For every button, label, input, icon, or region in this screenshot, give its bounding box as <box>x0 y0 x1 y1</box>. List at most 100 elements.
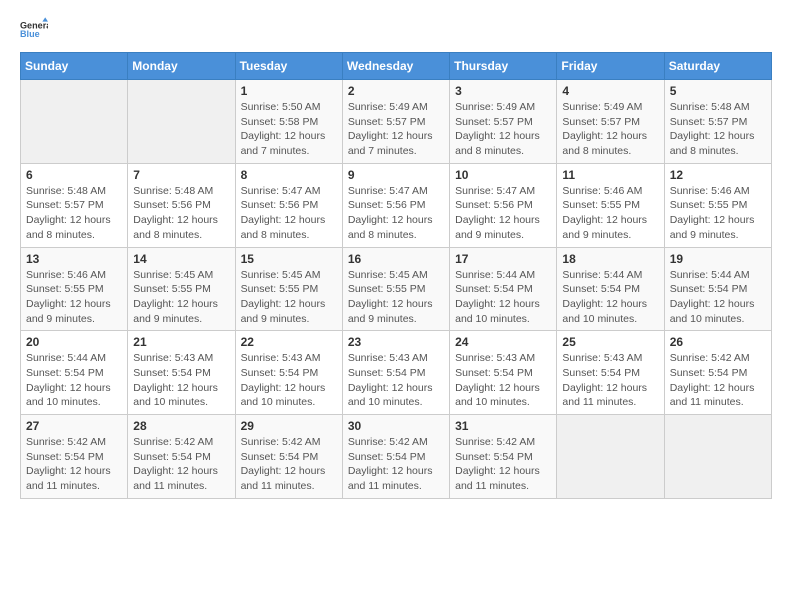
day-number: 6 <box>26 168 122 182</box>
calendar-cell: 3 Sunrise: 5:49 AMSunset: 5:57 PMDaylight… <box>450 80 557 164</box>
calendar-cell: 10 Sunrise: 5:47 AMSunset: 5:56 PMDayligh… <box>450 163 557 247</box>
day-info: Sunrise: 5:42 AMSunset: 5:54 PMDaylight:… <box>241 435 337 494</box>
day-number: 5 <box>670 84 766 98</box>
calendar-cell: 1Sunrise: 5:50 AMSunset: 5:58 PMDaylight… <box>235 80 342 164</box>
day-info: Sunrise: 5:44 AMSunset: 5:54 PMDaylight:… <box>455 268 551 327</box>
logo: General Blue <box>20 16 52 44</box>
day-number: 17 <box>455 252 551 266</box>
calendar-cell: 2 Sunrise: 5:49 AMSunset: 5:57 PMDaylight… <box>342 80 449 164</box>
day-info: Sunrise: 5:45 AMSunset: 5:55 PMDaylight:… <box>133 268 229 327</box>
calendar-cell: 25 Sunrise: 5:43 AMSunset: 5:54 PMDayligh… <box>557 331 664 415</box>
day-number: 3 <box>455 84 551 98</box>
day-number: 20 <box>26 335 122 349</box>
weekday-header-friday: Friday <box>557 53 664 80</box>
calendar-week-3: 13 Sunrise: 5:46 AMSunset: 5:55 PMDayligh… <box>21 247 772 331</box>
calendar-cell: 16 Sunrise: 5:45 AMSunset: 5:55 PMDayligh… <box>342 247 449 331</box>
calendar-week-2: 6Sunrise: 5:48 AMSunset: 5:57 PMDaylight… <box>21 163 772 247</box>
day-info: Sunrise: 5:47 AMSunset: 5:56 PMDaylight:… <box>455 184 551 243</box>
day-number: 1 <box>241 84 337 98</box>
day-info: Sunrise: 5:48 AMSunset: 5:56 PMDaylight:… <box>133 184 229 243</box>
calendar-cell: 15 Sunrise: 5:45 AMSunset: 5:55 PMDayligh… <box>235 247 342 331</box>
day-number: 19 <box>670 252 766 266</box>
calendar-cell: 29 Sunrise: 5:42 AMSunset: 5:54 PMDayligh… <box>235 415 342 499</box>
calendar-cell: 28 Sunrise: 5:42 AMSunset: 5:54 PMDayligh… <box>128 415 235 499</box>
page-header: General Blue <box>20 16 772 44</box>
day-number: 2 <box>348 84 444 98</box>
calendar-cell: 4Sunrise: 5:49 AMSunset: 5:57 PMDaylight… <box>557 80 664 164</box>
day-info: Sunrise: 5:44 AMSunset: 5:54 PMDaylight:… <box>562 268 658 327</box>
day-info: Sunrise: 5:42 AMSunset: 5:54 PMDaylight:… <box>455 435 551 494</box>
calendar-cell <box>664 415 771 499</box>
day-info: Sunrise: 5:47 AMSunset: 5:56 PMDaylight:… <box>241 184 337 243</box>
day-info: Sunrise: 5:42 AMSunset: 5:54 PMDaylight:… <box>26 435 122 494</box>
day-number: 18 <box>562 252 658 266</box>
day-number: 10 <box>455 168 551 182</box>
calendar-week-5: 27 Sunrise: 5:42 AMSunset: 5:54 PMDayligh… <box>21 415 772 499</box>
calendar-cell <box>557 415 664 499</box>
day-number: 9 <box>348 168 444 182</box>
calendar-table: SundayMondayTuesdayWednesdayThursdayFrid… <box>20 52 772 499</box>
calendar-week-4: 20 Sunrise: 5:44 AMSunset: 5:54 PMDayligh… <box>21 331 772 415</box>
day-number: 13 <box>26 252 122 266</box>
day-number: 15 <box>241 252 337 266</box>
weekday-header-tuesday: Tuesday <box>235 53 342 80</box>
day-number: 31 <box>455 419 551 433</box>
day-info: Sunrise: 5:45 AMSunset: 5:55 PMDaylight:… <box>241 268 337 327</box>
calendar-cell: 27 Sunrise: 5:42 AMSunset: 5:54 PMDayligh… <box>21 415 128 499</box>
calendar-cell <box>21 80 128 164</box>
day-info: Sunrise: 5:47 AMSunset: 5:56 PMDaylight:… <box>348 184 444 243</box>
calendar-cell: 5 Sunrise: 5:48 AMSunset: 5:57 PMDaylight… <box>664 80 771 164</box>
calendar-header-row: SundayMondayTuesdayWednesdayThursdayFrid… <box>21 53 772 80</box>
day-number: 26 <box>670 335 766 349</box>
day-info: Sunrise: 5:45 AMSunset: 5:55 PMDaylight:… <box>348 268 444 327</box>
day-number: 29 <box>241 419 337 433</box>
calendar-cell: 20 Sunrise: 5:44 AMSunset: 5:54 PMDayligh… <box>21 331 128 415</box>
day-number: 25 <box>562 335 658 349</box>
calendar-cell: 19Sunrise: 5:44 AMSunset: 5:54 PMDayligh… <box>664 247 771 331</box>
day-info: Sunrise: 5:43 AMSunset: 5:54 PMDaylight:… <box>133 351 229 410</box>
day-info: Sunrise: 5:49 AMSunset: 5:57 PMDaylight:… <box>348 100 444 159</box>
day-info: Sunrise: 5:43 AMSunset: 5:54 PMDaylight:… <box>241 351 337 410</box>
day-info: Sunrise: 5:42 AMSunset: 5:54 PMDaylight:… <box>133 435 229 494</box>
calendar-cell: 14 Sunrise: 5:45 AMSunset: 5:55 PMDayligh… <box>128 247 235 331</box>
day-number: 12 <box>670 168 766 182</box>
calendar-week-1: 1Sunrise: 5:50 AMSunset: 5:58 PMDaylight… <box>21 80 772 164</box>
day-info: Sunrise: 5:46 AMSunset: 5:55 PMDaylight:… <box>670 184 766 243</box>
calendar-cell: 17 Sunrise: 5:44 AMSunset: 5:54 PMDayligh… <box>450 247 557 331</box>
svg-text:Blue: Blue <box>20 29 40 39</box>
day-info: Sunrise: 5:43 AMSunset: 5:54 PMDaylight:… <box>348 351 444 410</box>
calendar-cell: 22Sunrise: 5:43 AMSunset: 5:54 PMDayligh… <box>235 331 342 415</box>
calendar-cell: 18 Sunrise: 5:44 AMSunset: 5:54 PMDayligh… <box>557 247 664 331</box>
weekday-header-saturday: Saturday <box>664 53 771 80</box>
day-number: 28 <box>133 419 229 433</box>
day-number: 24 <box>455 335 551 349</box>
day-info: Sunrise: 5:43 AMSunset: 5:54 PMDaylight:… <box>455 351 551 410</box>
day-number: 27 <box>26 419 122 433</box>
calendar-cell: 24 Sunrise: 5:43 AMSunset: 5:54 PMDayligh… <box>450 331 557 415</box>
day-info: Sunrise: 5:44 AMSunset: 5:54 PMDaylight:… <box>26 351 122 410</box>
calendar-cell: 31 Sunrise: 5:42 AMSunset: 5:54 PMDayligh… <box>450 415 557 499</box>
day-info: Sunrise: 5:43 AMSunset: 5:54 PMDaylight:… <box>562 351 658 410</box>
weekday-header-wednesday: Wednesday <box>342 53 449 80</box>
day-info: Sunrise: 5:46 AMSunset: 5:55 PMDaylight:… <box>26 268 122 327</box>
day-number: 16 <box>348 252 444 266</box>
calendar-cell: 11Sunrise: 5:46 AMSunset: 5:55 PMDayligh… <box>557 163 664 247</box>
calendar-cell: 13 Sunrise: 5:46 AMSunset: 5:55 PMDayligh… <box>21 247 128 331</box>
calendar-cell: 12 Sunrise: 5:46 AMSunset: 5:55 PMDayligh… <box>664 163 771 247</box>
day-number: 14 <box>133 252 229 266</box>
day-info: Sunrise: 5:42 AMSunset: 5:54 PMDaylight:… <box>348 435 444 494</box>
day-info: Sunrise: 5:49 AMSunset: 5:57 PMDaylight:… <box>455 100 551 159</box>
day-number: 30 <box>348 419 444 433</box>
calendar-cell: 8Sunrise: 5:47 AMSunset: 5:56 PMDaylight… <box>235 163 342 247</box>
calendar-cell: 30 Sunrise: 5:42 AMSunset: 5:54 PMDayligh… <box>342 415 449 499</box>
day-number: 21 <box>133 335 229 349</box>
day-info: Sunrise: 5:49 AMSunset: 5:57 PMDaylight:… <box>562 100 658 159</box>
logo-icon: General Blue <box>20 16 48 44</box>
calendar-body: 1Sunrise: 5:50 AMSunset: 5:58 PMDaylight… <box>21 80 772 499</box>
weekday-header-thursday: Thursday <box>450 53 557 80</box>
day-number: 23 <box>348 335 444 349</box>
day-info: Sunrise: 5:48 AMSunset: 5:57 PMDaylight:… <box>670 100 766 159</box>
day-info: Sunrise: 5:46 AMSunset: 5:55 PMDaylight:… <box>562 184 658 243</box>
weekday-header-monday: Monday <box>128 53 235 80</box>
weekday-header-sunday: Sunday <box>21 53 128 80</box>
